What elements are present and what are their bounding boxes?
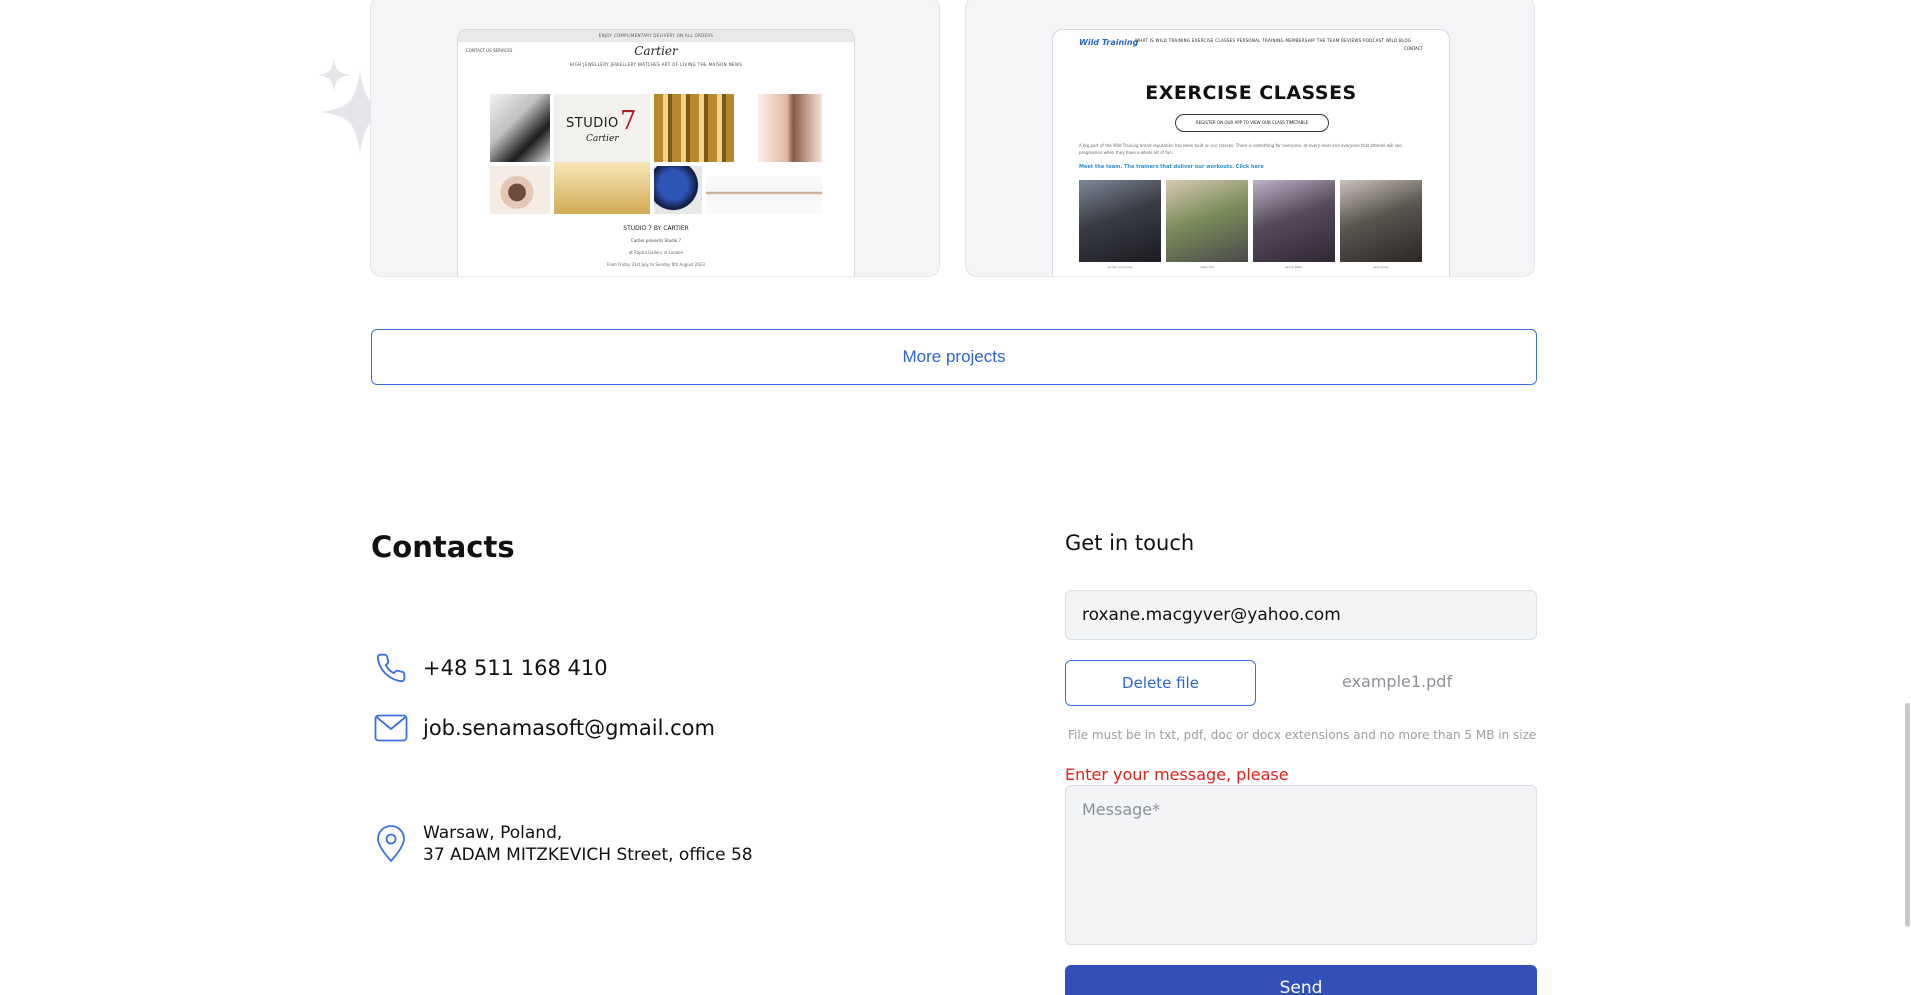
product-tile [758, 94, 822, 162]
contact-email: job.senamasoft@gmail.com [374, 711, 715, 745]
scrollbar-thumb[interactable] [1905, 703, 1910, 927]
site-cta: REGISTER ON OUR APP TO VIEW OUR CLASS TI… [1175, 114, 1329, 132]
tile-brand-text: Cartier [586, 134, 619, 144]
site-caption: STUDIO 7 BY CARTIER [623, 225, 689, 232]
site-title: EXERCISE CLASSES [1145, 82, 1357, 104]
project-card-wild-training[interactable]: Wild Training WHAT IS WILD TRAINING EXER… [965, 0, 1535, 277]
address: Warsaw, Poland, 37 ADAM MITZKEVICH Stree… [423, 822, 753, 866]
trainer-caption: Jamie Wells [1285, 265, 1303, 269]
site-logo: Wild Training [1079, 38, 1139, 47]
message-field[interactable] [1065, 785, 1537, 945]
site-caption: at Rapha Gallery in London [628, 250, 684, 255]
studio-tile: STUDIO 7 Cartier [554, 94, 650, 162]
product-tile [654, 166, 702, 214]
promo-bar: ENJOY COMPLIMENTARY DELIVERY ON ALL ORDE… [458, 30, 854, 42]
email-address[interactable]: job.senamasoft@gmail.com [423, 716, 715, 740]
scrollbar[interactable] [1903, 0, 1911, 995]
product-tile [490, 166, 550, 214]
site-brand: Cartier [634, 44, 678, 58]
trainer-caption: Jordan Cummins [1107, 265, 1133, 269]
site-nav: HIGH JEWELLERY JEWELLERY WATCHES ART OF … [569, 62, 743, 67]
file-hint: File must be in txt, pdf, doc or docx ex… [1068, 728, 1537, 742]
send-button[interactable]: Send [1065, 965, 1537, 995]
trainer-photo [1340, 180, 1422, 262]
site-text: A big part of the Wild Training brand re… [1079, 143, 1402, 155]
project-card-cartier[interactable]: ENJOY COMPLIMENTARY DELIVERY ON ALL ORDE… [370, 0, 940, 277]
product-tile [706, 176, 822, 214]
trainer-caption: Jade Knox [1373, 265, 1389, 269]
trainer-photo [1079, 180, 1161, 262]
product-tile [490, 94, 550, 162]
phone-number[interactable]: +48 511 168 410 [423, 656, 608, 680]
contact-address: Warsaw, Poland, 37 ADAM MITZKEVICH Stree… [374, 822, 753, 866]
project-screenshot: ENJOY COMPLIMENTARY DELIVERY ON ALL ORDE… [457, 29, 855, 276]
site-link: Meet the team. The trainers that deliver… [1079, 164, 1264, 170]
trainer-caption: Abby Hill [1200, 265, 1214, 269]
site-caption: From Friday 21st July to Sunday 6th Augu… [607, 262, 705, 267]
site-caption: Cartier presents Studio 7 [630, 238, 682, 243]
product-grid: STUDIO 7 Cartier [490, 94, 826, 216]
studio-text: STUDIO [566, 116, 619, 131]
email-field[interactable] [1065, 590, 1537, 640]
phone-icon [374, 651, 408, 685]
location-pin-icon [374, 825, 408, 863]
get-in-touch-title: Get in touch [1065, 531, 1195, 555]
contact-phone: +48 511 168 410 [374, 651, 608, 685]
delete-file-button[interactable]: Delete file [1065, 660, 1256, 706]
site-nav: WHAT IS WILD TRAINING EXERCISE CLASSES P… [1135, 38, 1412, 43]
attached-file-name: example1.pdf [1342, 672, 1453, 691]
project-screenshot: Wild Training WHAT IS WILD TRAINING EXER… [1052, 29, 1450, 276]
address-line-2: 37 ADAM MITZKEVICH Street, office 58 [423, 845, 753, 865]
site-nav-contact: CONTACT [1404, 46, 1423, 51]
sparkle-icon [318, 58, 350, 92]
message-error: Enter your message, please [1065, 765, 1289, 784]
mail-icon [374, 711, 408, 745]
product-tile [654, 94, 734, 162]
seven-text: 7 [620, 106, 637, 136]
contacts-title: Contacts [371, 530, 515, 564]
trainer-photo [1253, 180, 1335, 262]
address-line-1: Warsaw, Poland, [423, 823, 563, 843]
trainer-photo [1166, 180, 1248, 262]
page: ENJOY COMPLIMENTARY DELIVERY ON ALL ORDE… [0, 0, 1911, 995]
site-header: CONTACT US SERVICES Cartier [458, 42, 854, 62]
more-projects-button[interactable]: More projects [371, 329, 1537, 385]
product-tile [554, 162, 650, 214]
